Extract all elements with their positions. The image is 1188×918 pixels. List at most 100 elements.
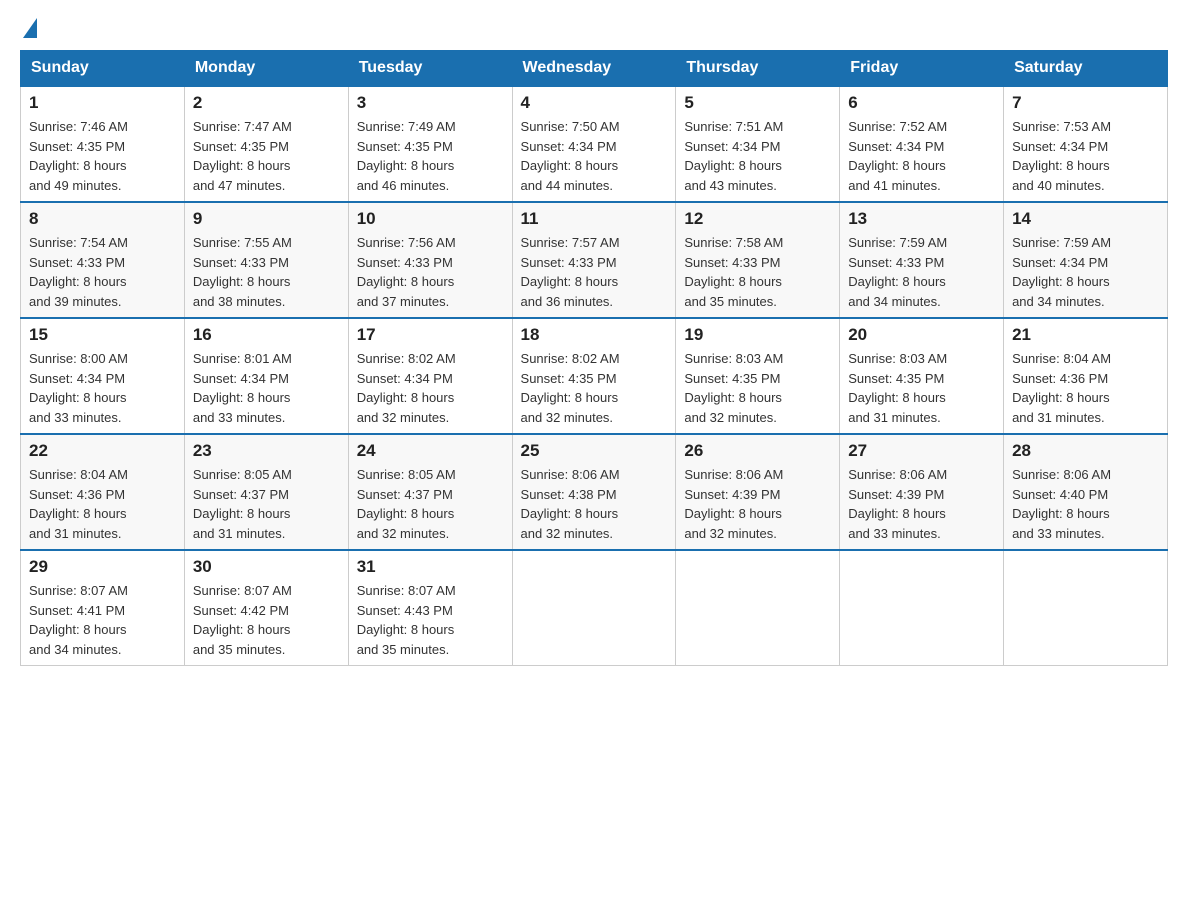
day-info: Sunrise: 7:57 AMSunset: 4:33 PMDaylight:…: [521, 233, 668, 311]
day-info: Sunrise: 8:05 AMSunset: 4:37 PMDaylight:…: [357, 465, 504, 543]
logo-arrow-icon: [23, 18, 37, 38]
calendar-cell: 6Sunrise: 7:52 AMSunset: 4:34 PMDaylight…: [840, 86, 1004, 202]
calendar-cell: 29 Sunrise: 8:07 AMSunset: 4:41 PMDayligh…: [21, 550, 185, 666]
day-number: 4: [521, 93, 668, 113]
day-info: Sunrise: 7:54 AMSunset: 4:33 PMDaylight:…: [29, 233, 176, 311]
calendar-header-wednesday: Wednesday: [512, 51, 676, 87]
day-number: 26: [684, 441, 831, 461]
day-number: 13: [848, 209, 995, 229]
calendar-cell: 12 Sunrise: 7:58 AMSunset: 4:33 PMDayligh…: [676, 202, 840, 318]
day-number: 1: [29, 93, 176, 113]
day-number: 27: [848, 441, 995, 461]
day-number: 14: [1012, 209, 1159, 229]
day-number: 19: [684, 325, 831, 345]
day-number: 24: [357, 441, 504, 461]
calendar-cell: 26 Sunrise: 8:06 AMSunset: 4:39 PMDayligh…: [676, 434, 840, 550]
calendar-cell: 16Sunrise: 8:01 AMSunset: 4:34 PMDayligh…: [184, 318, 348, 434]
calendar-cell: 3 Sunrise: 7:49 AMSunset: 4:35 PMDaylight…: [348, 86, 512, 202]
calendar-header-friday: Friday: [840, 51, 1004, 87]
day-info: Sunrise: 7:51 AMSunset: 4:34 PMDaylight:…: [684, 117, 831, 195]
calendar-cell: [676, 550, 840, 666]
day-number: 3: [357, 93, 504, 113]
day-number: 11: [521, 209, 668, 229]
calendar-cell: 21 Sunrise: 8:04 AMSunset: 4:36 PMDayligh…: [1004, 318, 1168, 434]
day-info: Sunrise: 8:04 AMSunset: 4:36 PMDaylight:…: [1012, 349, 1159, 427]
week-row-4: 22 Sunrise: 8:04 AMSunset: 4:36 PMDayligh…: [21, 434, 1168, 550]
calendar-cell: 25 Sunrise: 8:06 AMSunset: 4:38 PMDayligh…: [512, 434, 676, 550]
day-info: Sunrise: 7:58 AMSunset: 4:33 PMDaylight:…: [684, 233, 831, 311]
day-info: Sunrise: 7:59 AMSunset: 4:34 PMDaylight:…: [1012, 233, 1159, 311]
day-info: Sunrise: 8:05 AMSunset: 4:37 PMDaylight:…: [193, 465, 340, 543]
day-info: Sunrise: 7:46 AMSunset: 4:35 PMDaylight:…: [29, 117, 176, 195]
calendar-header-sunday: Sunday: [21, 51, 185, 87]
calendar-cell: 28 Sunrise: 8:06 AMSunset: 4:40 PMDayligh…: [1004, 434, 1168, 550]
calendar-cell: 23 Sunrise: 8:05 AMSunset: 4:37 PMDayligh…: [184, 434, 348, 550]
day-number: 20: [848, 325, 995, 345]
day-number: 28: [1012, 441, 1159, 461]
calendar-cell: 17Sunrise: 8:02 AMSunset: 4:34 PMDayligh…: [348, 318, 512, 434]
calendar-cell: 8 Sunrise: 7:54 AMSunset: 4:33 PMDaylight…: [21, 202, 185, 318]
calendar-cell: [512, 550, 676, 666]
day-info: Sunrise: 8:06 AMSunset: 4:39 PMDaylight:…: [684, 465, 831, 543]
day-info: Sunrise: 7:59 AMSunset: 4:33 PMDaylight:…: [848, 233, 995, 311]
calendar-cell: 5Sunrise: 7:51 AMSunset: 4:34 PMDaylight…: [676, 86, 840, 202]
calendar-cell: 2Sunrise: 7:47 AMSunset: 4:35 PMDaylight…: [184, 86, 348, 202]
week-row-2: 8 Sunrise: 7:54 AMSunset: 4:33 PMDaylight…: [21, 202, 1168, 318]
day-info: Sunrise: 8:04 AMSunset: 4:36 PMDaylight:…: [29, 465, 176, 543]
day-info: Sunrise: 7:49 AMSunset: 4:35 PMDaylight:…: [357, 117, 504, 195]
calendar-cell: [1004, 550, 1168, 666]
day-info: Sunrise: 8:06 AMSunset: 4:39 PMDaylight:…: [848, 465, 995, 543]
day-number: 12: [684, 209, 831, 229]
day-info: Sunrise: 8:06 AMSunset: 4:38 PMDaylight:…: [521, 465, 668, 543]
day-info: Sunrise: 8:03 AMSunset: 4:35 PMDaylight:…: [684, 349, 831, 427]
day-number: 15: [29, 325, 176, 345]
day-number: 23: [193, 441, 340, 461]
calendar-cell: 19 Sunrise: 8:03 AMSunset: 4:35 PMDayligh…: [676, 318, 840, 434]
day-info: Sunrise: 8:06 AMSunset: 4:40 PMDaylight:…: [1012, 465, 1159, 543]
calendar-cell: 18 Sunrise: 8:02 AMSunset: 4:35 PMDayligh…: [512, 318, 676, 434]
day-number: 25: [521, 441, 668, 461]
day-info: Sunrise: 7:52 AMSunset: 4:34 PMDaylight:…: [848, 117, 995, 195]
logo: [20, 20, 37, 40]
calendar-cell: 1 Sunrise: 7:46 AMSunset: 4:35 PMDaylight…: [21, 86, 185, 202]
calendar-header-saturday: Saturday: [1004, 51, 1168, 87]
calendar-cell: 13 Sunrise: 7:59 AMSunset: 4:33 PMDayligh…: [840, 202, 1004, 318]
day-info: Sunrise: 7:56 AMSunset: 4:33 PMDaylight:…: [357, 233, 504, 311]
calendar-cell: 27 Sunrise: 8:06 AMSunset: 4:39 PMDayligh…: [840, 434, 1004, 550]
day-info: Sunrise: 7:55 AMSunset: 4:33 PMDaylight:…: [193, 233, 340, 311]
day-info: Sunrise: 8:07 AMSunset: 4:41 PMDaylight:…: [29, 581, 176, 659]
day-info: Sunrise: 8:07 AMSunset: 4:42 PMDaylight:…: [193, 581, 340, 659]
day-number: 7: [1012, 93, 1159, 113]
day-info: Sunrise: 8:01 AMSunset: 4:34 PMDaylight:…: [193, 349, 340, 427]
day-info: Sunrise: 8:02 AMSunset: 4:35 PMDaylight:…: [521, 349, 668, 427]
day-number: 18: [521, 325, 668, 345]
day-info: Sunrise: 7:53 AMSunset: 4:34 PMDaylight:…: [1012, 117, 1159, 195]
week-row-1: 1 Sunrise: 7:46 AMSunset: 4:35 PMDaylight…: [21, 86, 1168, 202]
week-row-5: 29 Sunrise: 8:07 AMSunset: 4:41 PMDayligh…: [21, 550, 1168, 666]
calendar-cell: [840, 550, 1004, 666]
day-number: 17: [357, 325, 504, 345]
day-info: Sunrise: 8:07 AMSunset: 4:43 PMDaylight:…: [357, 581, 504, 659]
day-number: 29: [29, 557, 176, 577]
day-number: 9: [193, 209, 340, 229]
day-number: 10: [357, 209, 504, 229]
calendar-header-tuesday: Tuesday: [348, 51, 512, 87]
day-number: 22: [29, 441, 176, 461]
calendar-header-thursday: Thursday: [676, 51, 840, 87]
day-number: 31: [357, 557, 504, 577]
calendar-cell: 15 Sunrise: 8:00 AMSunset: 4:34 PMDayligh…: [21, 318, 185, 434]
day-info: Sunrise: 8:00 AMSunset: 4:34 PMDaylight:…: [29, 349, 176, 427]
calendar-cell: 24 Sunrise: 8:05 AMSunset: 4:37 PMDayligh…: [348, 434, 512, 550]
week-row-3: 15 Sunrise: 8:00 AMSunset: 4:34 PMDayligh…: [21, 318, 1168, 434]
day-number: 2: [193, 93, 340, 113]
calendar-cell: 22 Sunrise: 8:04 AMSunset: 4:36 PMDayligh…: [21, 434, 185, 550]
page-header: [20, 20, 1168, 40]
day-number: 8: [29, 209, 176, 229]
calendar-cell: 10 Sunrise: 7:56 AMSunset: 4:33 PMDayligh…: [348, 202, 512, 318]
day-info: Sunrise: 7:50 AMSunset: 4:34 PMDaylight:…: [521, 117, 668, 195]
calendar-cell: 11 Sunrise: 7:57 AMSunset: 4:33 PMDayligh…: [512, 202, 676, 318]
calendar-cell: 20 Sunrise: 8:03 AMSunset: 4:35 PMDayligh…: [840, 318, 1004, 434]
day-info: Sunrise: 8:03 AMSunset: 4:35 PMDaylight:…: [848, 349, 995, 427]
day-number: 21: [1012, 325, 1159, 345]
calendar-header-row: SundayMondayTuesdayWednesdayThursdayFrid…: [21, 51, 1168, 87]
